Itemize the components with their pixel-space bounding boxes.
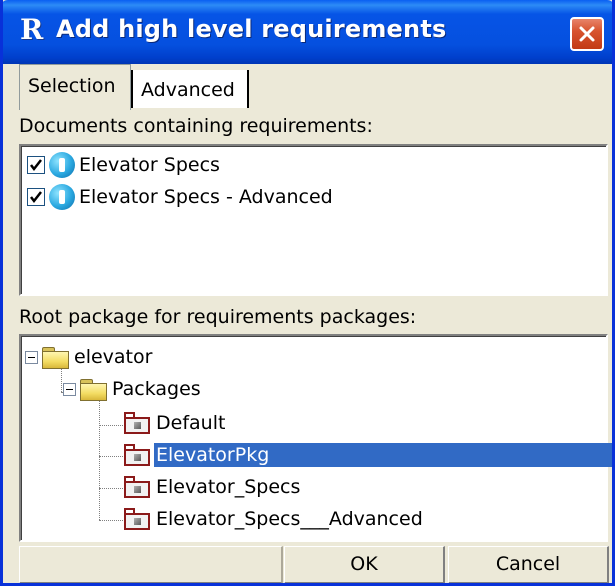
tree-node-label: Elevator_Specs___Advanced [156, 508, 423, 530]
checkmark-icon [30, 159, 42, 172]
collapse-icon[interactable] [63, 382, 76, 396]
document-label: Elevator Specs [79, 154, 220, 176]
tree-node-label: Elevator_Specs [156, 476, 301, 498]
tab-selection[interactable]: Selection [19, 64, 131, 110]
title-bar[interactable]: R Add high level requirements [3, 0, 612, 64]
tree-connector [99, 488, 123, 489]
tree-connector [99, 425, 123, 426]
tree-node-elevator[interactable]: elevator [25, 342, 154, 372]
tree-node-label: Packages [112, 378, 201, 400]
tree-node-default[interactable]: Default [122, 408, 227, 438]
root-package-label: Root package for requirements packages: [19, 306, 417, 328]
app-r-icon: R [20, 13, 44, 46]
checkmark-icon [30, 191, 42, 204]
document-icon [49, 184, 75, 210]
folder-icon [79, 379, 107, 401]
package-icon [122, 476, 152, 498]
collapse-icon[interactable] [25, 350, 38, 364]
document-checkbox[interactable] [27, 156, 45, 174]
documents-list[interactable]: Elevator Specs Elevator Specs - Advanced [19, 144, 608, 296]
documents-label: Documents containing requirements: [19, 115, 373, 137]
close-icon [579, 26, 595, 42]
tab-strip: Selection Advanced [19, 64, 609, 110]
tree-node-label: elevator [74, 346, 153, 368]
package-tree[interactable]: elevator Packages Default ElevatorPkg El… [19, 334, 612, 542]
document-icon [49, 152, 75, 178]
dialog-window: R Add high level requirements Selection … [0, 0, 615, 586]
button-bar-spacer [19, 546, 283, 583]
package-icon [122, 444, 152, 466]
document-checkbox[interactable] [27, 188, 45, 206]
tree-node-packages[interactable]: Packages [63, 374, 203, 404]
tree-connector [99, 398, 100, 520]
dialog-title: Add high level requirements [56, 15, 447, 43]
tab-advanced[interactable]: Advanced [131, 70, 249, 108]
tree-node-label: Default [156, 412, 226, 434]
list-item[interactable]: Elevator Specs - Advanced [27, 182, 333, 212]
tree-node-elevator-specs-advanced[interactable]: Elevator_Specs___Advanced [122, 504, 425, 534]
button-bar: OK Cancel [3, 546, 612, 583]
tree-node-elevator-specs[interactable]: Elevator_Specs [122, 472, 302, 502]
folder-icon [41, 347, 69, 369]
close-button[interactable] [570, 17, 604, 51]
package-icon [122, 412, 152, 434]
list-item[interactable]: Elevator Specs [27, 150, 220, 180]
tree-node-elevatorpkg[interactable]: ElevatorPkg [122, 440, 612, 470]
ok-button[interactable]: OK [284, 546, 445, 583]
tree-node-label: ElevatorPkg [154, 443, 612, 467]
package-icon [122, 508, 152, 530]
document-label: Elevator Specs - Advanced [79, 186, 333, 208]
tree-connector [99, 456, 123, 457]
cancel-button[interactable]: Cancel [448, 546, 609, 583]
tree-connector [99, 520, 123, 521]
